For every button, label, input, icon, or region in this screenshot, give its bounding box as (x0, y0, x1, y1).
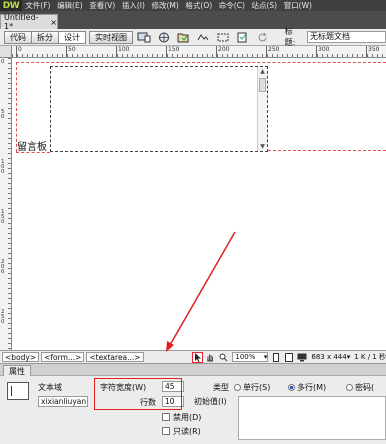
ruler-tick: 0 (16, 46, 22, 57)
horizontal-ruler: 0 50 100 150 200 250 300 350 (12, 46, 386, 58)
tag-body[interactable]: <body> (2, 352, 40, 362)
menu-site[interactable]: 站点(S) (248, 0, 280, 11)
zoom-select[interactable]: 100% ▾ (232, 352, 269, 362)
type-multi-label: 多行(M) (297, 383, 327, 392)
ruler-tick: 100 (116, 46, 129, 57)
refresh-icon[interactable] (255, 31, 271, 44)
scroll-down-icon[interactable]: ▼ (258, 142, 267, 151)
scroll-up-icon[interactable]: ▲ (258, 67, 267, 76)
menu-window[interactable]: 窗口(W) (280, 0, 315, 11)
ruler-tick: 200 (1, 259, 5, 275)
ruler-corner (0, 46, 12, 58)
tablet-size-icon[interactable] (283, 352, 294, 363)
radio-multi[interactable] (288, 384, 295, 391)
app-menu-bar: DW 文件(F) 编辑(E) 查看(V) 插入(I) 修改(M) 格式(O) 命… (0, 0, 386, 11)
ruler-tick: 150 (166, 46, 179, 57)
highlight-box (94, 378, 182, 410)
document-toolbar: 代码 拆分 设计 实时视图 标题: 无标题文档 (0, 27, 386, 47)
ruler-tick: 250 (266, 46, 279, 57)
menu-insert[interactable]: 插入(I) (119, 0, 149, 11)
readonly-checkbox[interactable] (162, 427, 170, 435)
type-single-label: 单行(S) (243, 383, 271, 392)
ruler-tick: 50 (66, 46, 76, 57)
select-tool-icon[interactable] (192, 351, 204, 363)
element-id-field[interactable]: xixianliuyan (38, 396, 88, 407)
vertical-ruler: 050100150200250300350 (0, 58, 12, 425)
menu-view[interactable]: 查看(V) (86, 0, 119, 11)
download-size: 1 K / 1 秒 (354, 353, 386, 361)
title-label: 标题: (284, 27, 296, 47)
ruler-tick: 50 (1, 109, 5, 120)
element-type-label: 文本域 (38, 383, 62, 392)
form-boundary-bottom (268, 150, 386, 151)
mobile-size-icon[interactable] (270, 352, 281, 363)
type-password-option[interactable]: 密码( (346, 382, 374, 393)
menu-edit[interactable]: 编辑(E) (54, 0, 86, 11)
menu-modify[interactable]: 修改(M) (148, 0, 182, 11)
ruler-tick: 350 (366, 46, 379, 57)
textarea-scrollbar[interactable]: ▲ ▼ (257, 67, 267, 151)
menu-file[interactable]: 文件(F) (22, 0, 54, 11)
textarea-icon (7, 382, 29, 400)
window-size-value: 683 x 444 (311, 353, 347, 361)
readonly-label: 只读(R) (173, 427, 201, 436)
ruler-tick: 100 (1, 159, 5, 175)
chevron-down-icon: ▾ (263, 353, 268, 361)
design-view-button[interactable]: 设计 (58, 30, 86, 44)
menu-commands[interactable]: 命令(C) (215, 0, 248, 11)
close-icon[interactable]: × (50, 18, 57, 27)
ruler-tick: 300 (316, 46, 329, 57)
radio-single[interactable] (234, 384, 241, 391)
disabled-checkbox[interactable] (162, 413, 170, 421)
tag-selector-bar: <body> <form...> <textarea...> 100% ▾ 68… (0, 350, 386, 363)
tag-form[interactable]: <form...> (41, 352, 85, 362)
document-tab[interactable]: Untitled-1* × (0, 13, 58, 31)
disabled-label: 禁用(D) (173, 413, 202, 422)
zoom-value: 100% (235, 353, 256, 361)
check-page-icon[interactable] (235, 31, 251, 44)
split-view-button[interactable]: 拆分 (31, 30, 59, 44)
validate-icon[interactable] (195, 31, 211, 44)
scroll-thumb[interactable] (259, 78, 266, 92)
design-canvas[interactable]: ▲ ▼ 留言板 (12, 58, 386, 350)
chevron-down-icon: ▾ (346, 353, 351, 361)
properties-panel-header: 属性 (0, 363, 386, 377)
document-tab-bar: Untitled-1* × (0, 11, 386, 31)
init-value-label: 初始值(I) (194, 397, 227, 406)
properties-panel: 文本域 xixianliuyan 字符宽度(W) 45 行数 10 禁用(D) … (0, 376, 386, 444)
zoom-tool-icon[interactable] (218, 352, 229, 363)
type-multi-option[interactable]: 多行(M) (288, 382, 326, 393)
type-label: 类型 (213, 383, 229, 392)
tag-textarea[interactable]: <textarea...> (86, 352, 144, 362)
guestbook-label: 留言板 (17, 142, 47, 153)
live-view-button[interactable]: 实时视图 (89, 30, 133, 44)
ruler-tick: 0 (1, 59, 5, 65)
dreamweaver-logo: DW (0, 0, 22, 11)
code-view-button[interactable]: 代码 (4, 30, 32, 44)
visual-aids-icon[interactable] (215, 31, 231, 44)
window-size[interactable]: 683 x 444▾ (311, 353, 350, 361)
type-single-option[interactable]: 单行(S) (234, 382, 270, 393)
hand-tool-icon[interactable] (205, 352, 216, 363)
file-management-icon[interactable] (176, 31, 192, 44)
ruler-tick: 200 (216, 46, 229, 57)
menu-format[interactable]: 格式(O) (182, 0, 215, 11)
desktop-size-icon[interactable] (296, 352, 307, 363)
radio-password[interactable] (346, 384, 353, 391)
textarea-element[interactable]: ▲ ▼ (50, 66, 268, 152)
title-field[interactable]: 无标题文档 (307, 31, 386, 43)
ruler-tick: 250 (1, 309, 5, 325)
type-password-label: 密码( (355, 383, 375, 392)
ruler-tick: 150 (1, 209, 5, 225)
preview-browser-icon[interactable] (156, 31, 172, 44)
main-menu: 文件(F) 编辑(E) 查看(V) 插入(I) 修改(M) 格式(O) 命令(C… (22, 0, 315, 11)
multiscreen-icon[interactable] (136, 31, 152, 44)
init-value-field[interactable] (238, 396, 386, 440)
